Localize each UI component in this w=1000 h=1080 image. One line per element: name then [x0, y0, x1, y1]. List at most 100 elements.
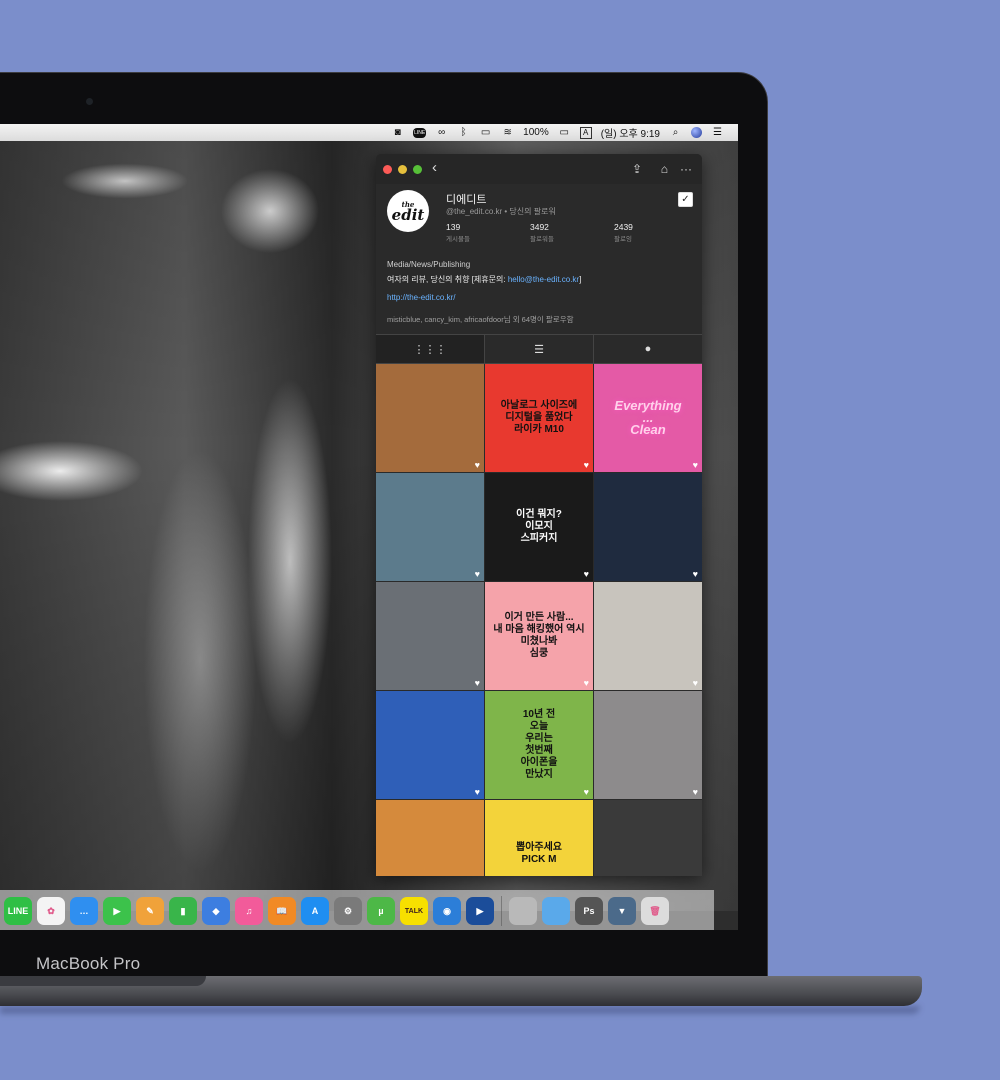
airplay-icon[interactable]: ▭	[479, 127, 492, 138]
post-caption: 이거 만든 사람... 내 마음 해킹했어 역시 미쳤나봐 심쿵	[493, 612, 585, 659]
app-store-icon[interactable]: A	[301, 897, 329, 925]
followed-by-text[interactable]: misticblue, cancy_kim, africaofdoor님 외 6…	[387, 314, 574, 325]
stat-posts[interactable]: 139 게시물들	[446, 222, 470, 243]
stat-label: 팔로잉	[614, 236, 632, 243]
messages-icon[interactable]: …	[70, 897, 98, 925]
post-tile[interactable]: ♥	[594, 691, 702, 799]
list-icon[interactable]: ☰	[485, 335, 594, 363]
post-tile[interactable]	[376, 800, 484, 876]
window-titlebar: ‹ ⇪ ⌂ ···	[376, 154, 702, 184]
heart-icon[interactable]: ♥	[584, 460, 589, 470]
profile-header: the edit 디에디트 @the_edit.co.kr • 당신의 팔로워 …	[376, 184, 702, 334]
post-tile[interactable]: 10년 전 오늘 우리는 첫번째 아이폰을 만났지 ♥	[485, 691, 593, 799]
itunes-icon[interactable]: ♫	[235, 897, 263, 925]
bookmark-icon[interactable]: ⌂	[661, 162, 668, 176]
numbers-icon[interactable]: ▮	[169, 897, 197, 925]
more-icon[interactable]: ···	[680, 162, 692, 176]
post-caption: 10년 전 오늘 우리는 첫번째 아이폰을 만났지	[520, 709, 558, 780]
screen: ◙ LINE ∞ ᛒ ▭ ≋ 100% ▭ A (일) 오후 9:19 ⌕ ☰ …	[0, 124, 738, 930]
dock: LINE ✿… ▶ ✎ ▮ ◆ ♫ 📖 A ⚙ µ TALK ◉ ▶ Ps ▼ 🗑	[0, 890, 714, 930]
heart-icon[interactable]: ♥	[475, 678, 480, 688]
kakaotalk-icon[interactable]: TALK	[400, 897, 428, 925]
device-label: MacBook Pro	[36, 954, 141, 973]
stat-followers[interactable]: 3492 팔로워들	[530, 222, 554, 243]
heart-icon[interactable]: ♥	[693, 787, 698, 797]
profile-website-link[interactable]: http://the-edit.co.kr/	[387, 293, 455, 302]
photo-stack-icon[interactable]	[509, 897, 537, 925]
wifi-icon[interactable]: ≋	[501, 127, 514, 138]
share-icon[interactable]: ⇪	[632, 162, 642, 176]
battery-percent[interactable]: 100%	[523, 127, 549, 138]
profile-handle: @the_edit.co.kr • 당신의 팔로워	[446, 207, 556, 216]
stat-value: 139	[446, 222, 461, 232]
camera-icon	[86, 98, 93, 105]
stat-value: 3492	[530, 222, 549, 232]
post-tile[interactable]: ♥	[376, 473, 484, 581]
photoshop-docs-icon[interactable]: Ps	[575, 897, 603, 925]
trash-icon[interactable]: 🗑	[641, 897, 669, 925]
line-icon[interactable]: LINE	[4, 897, 32, 925]
grid-icon[interactable]: ⋮⋮⋮	[376, 335, 485, 363]
post-tile[interactable]: Everything ... Clean ♥	[594, 364, 702, 472]
follow-check-button[interactable]: ✓	[678, 192, 693, 207]
menu-bar: ◙ LINE ∞ ᛒ ▭ ≋ 100% ▭ A (일) 오후 9:19 ⌕ ☰	[0, 124, 738, 141]
back-icon[interactable]: ‹	[432, 159, 437, 176]
post-caption	[426, 414, 434, 422]
stat-following[interactable]: 2439 팔로잉	[614, 222, 633, 243]
minimize-button[interactable]	[398, 165, 407, 174]
creative-cloud-icon[interactable]: ∞	[435, 127, 448, 138]
post-tile[interactable]: ♥	[376, 582, 484, 690]
heart-icon[interactable]: ♥	[693, 678, 698, 688]
heart-icon[interactable]: ♥	[584, 678, 589, 688]
zoom-button[interactable]	[413, 165, 422, 174]
heart-icon[interactable]: ♥	[475, 569, 480, 579]
quicktime-icon[interactable]: ▶	[466, 897, 494, 925]
line-icon[interactable]: LINE	[413, 127, 427, 138]
dock-separator	[501, 896, 502, 926]
battery-icon[interactable]: ▭	[558, 127, 571, 138]
system-preferences-icon[interactable]: ⚙	[334, 897, 362, 925]
post-caption	[426, 523, 434, 531]
bluetooth-icon[interactable]: ᛒ	[457, 127, 470, 138]
photos-icon[interactable]: ✿	[37, 897, 65, 925]
keynote-icon[interactable]: ◆	[202, 897, 230, 925]
input-source-icon[interactable]: A	[579, 126, 592, 139]
post-tile[interactable]: ♥	[594, 473, 702, 581]
menubar-clock[interactable]: (일) 오후 9:19	[601, 125, 660, 140]
spotlight-icon[interactable]: ⌕	[669, 127, 682, 138]
pages-icon[interactable]: ✎	[136, 897, 164, 925]
avatar[interactable]: the edit	[387, 190, 429, 232]
siri-icon[interactable]	[691, 127, 702, 138]
post-caption	[644, 632, 652, 640]
utorrent-icon[interactable]: µ	[367, 897, 395, 925]
post-tile[interactable]: 아날로그 사이즈에 디지털을 품었다 라이카 M10 ♥	[485, 364, 593, 472]
image-capture-icon[interactable]: ◉	[433, 897, 461, 925]
post-tile[interactable]: ♥	[594, 582, 702, 690]
heart-icon[interactable]: ♥	[475, 787, 480, 797]
heart-icon[interactable]: ♥	[584, 787, 589, 797]
close-button[interactable]	[383, 165, 392, 174]
post-tile[interactable]: ♥	[376, 691, 484, 799]
post-caption: 뽑아주세요 PICK M	[516, 842, 562, 865]
post-caption: 아날로그 사이즈에 디지털을 품었다 라이카 M10	[500, 400, 578, 435]
post-tile[interactable]: 이건 뭐지? 이모지 스피커지 ♥	[485, 473, 593, 581]
downloads-icon[interactable]: ▼	[608, 897, 636, 925]
screenshot-icon[interactable]: ◙	[391, 127, 404, 138]
base-shadow	[0, 1006, 920, 1014]
bio-email-link[interactable]: hello@the-edit.co.kr	[508, 275, 579, 284]
notification-center-icon[interactable]: ☰	[711, 127, 724, 138]
heart-icon[interactable]: ♥	[584, 569, 589, 579]
heart-icon[interactable]: ♥	[693, 569, 698, 579]
post-tile[interactable]: ♥	[376, 364, 484, 472]
heart-icon[interactable]: ♥	[693, 460, 698, 470]
facetime-icon[interactable]: ▶	[103, 897, 131, 925]
ibooks-icon[interactable]: 📖	[268, 897, 296, 925]
heart-icon[interactable]: ♥	[475, 460, 480, 470]
tagged-icon[interactable]: ●	[594, 335, 702, 363]
bio-text-end: ]	[579, 275, 582, 284]
post-tile[interactable]	[594, 800, 702, 876]
post-tile[interactable]: 뽑아주세요 PICK M	[485, 800, 593, 876]
profile-name: 디에디트	[446, 194, 487, 206]
post-tile[interactable]: 이거 만든 사람... 내 마음 해킹했어 역시 미쳤나봐 심쿵 ♥	[485, 582, 593, 690]
folder-icon[interactable]	[542, 897, 570, 925]
